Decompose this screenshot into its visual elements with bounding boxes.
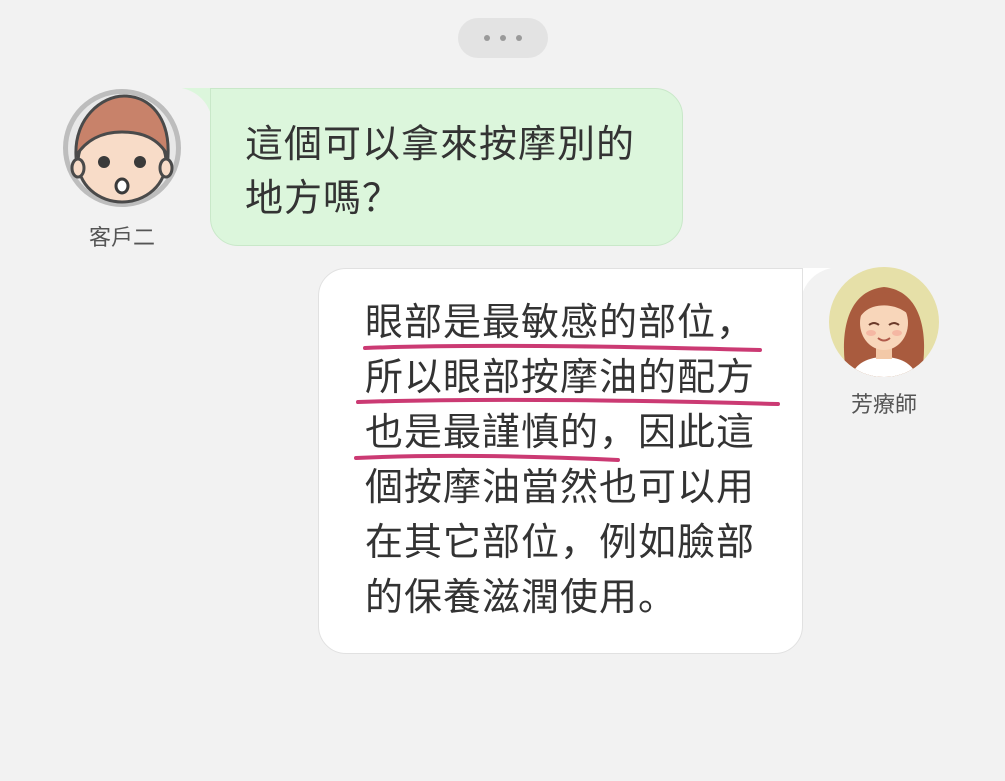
message-line: 所以眼部按摩油的配方 — [365, 355, 756, 399]
boy-face-icon[interactable] — [62, 88, 182, 208]
therapist-bubble-tail — [801, 268, 831, 298]
message-line: 這個可以拿來按摩別的 — [245, 122, 636, 166]
message-line: 個按摩油當然也可以用 — [365, 465, 756, 509]
message-line: 在其它部位，例如臉部 — [365, 520, 756, 564]
customer-message-bubble: 這個可以拿來按摩別的 地方嗎？ — [210, 88, 683, 246]
message-line: 眼部是最敏感的部位， — [365, 300, 756, 344]
message-line: 也是最謹慎的，因此這 — [365, 410, 756, 454]
woman-face-icon[interactable] — [829, 267, 939, 377]
typing-dot — [484, 35, 490, 41]
message-line: 的保養滋潤使用。 — [365, 575, 678, 619]
typing-indicator — [458, 18, 548, 58]
customer-bubble-tail — [182, 88, 212, 118]
therapist-name: 芳療師 — [850, 393, 917, 418]
therapist-message-bubble: 眼部是最敏感的部位， 所以眼部按摩油的配方 也是最謹慎的，因此這 個按摩油當然也… — [318, 268, 803, 654]
message-line: 地方嗎？ — [245, 176, 402, 220]
typing-dot — [516, 35, 522, 41]
customer-name: 客戶二 — [88, 226, 155, 251]
typing-dot — [500, 35, 506, 41]
